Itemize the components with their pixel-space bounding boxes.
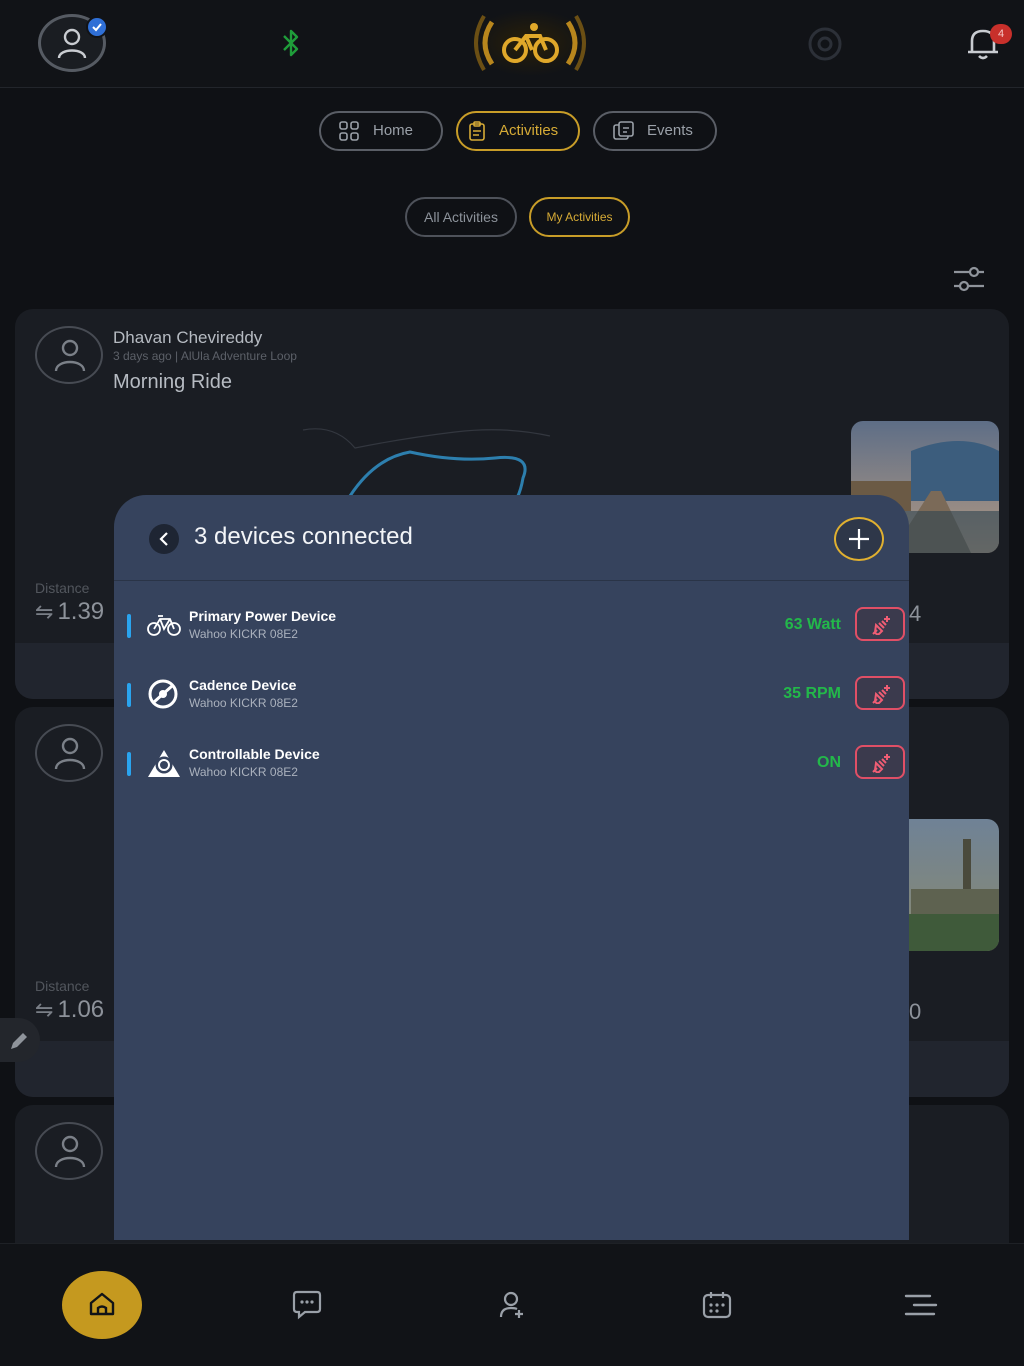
device-model: Wahoo KICKR 08E2 — [189, 696, 298, 710]
filter-icon[interactable] — [952, 266, 986, 292]
unplug-icon — [872, 754, 890, 773]
card-user-name: Dhavan Chevireddy — [113, 328, 263, 347]
disconnect-button[interactable] — [855, 745, 905, 779]
disconnect-button[interactable] — [855, 676, 905, 710]
top-bar: 4 — [0, 0, 1024, 88]
modal-header: 3 devices connected — [114, 495, 909, 581]
add-device-button[interactable] — [834, 517, 884, 561]
device-name: Primary Power Device — [189, 608, 337, 624]
tab-events-label: Events — [647, 122, 693, 139]
device-indicator — [127, 614, 131, 638]
chevron-left-icon — [159, 532, 168, 546]
subtab-all-activities[interactable]: All Activities — [405, 197, 517, 237]
tab-events[interactable]: Events — [593, 111, 717, 151]
notification-badge: 4 — [990, 24, 1012, 44]
stat-value-peek: 0 — [909, 999, 922, 1024]
bluetooth-icon[interactable] — [280, 28, 302, 58]
card-meta: 3 days ago | AlUla Adventure Loop — [113, 349, 297, 363]
subtab-my-activities[interactable]: My Activities — [529, 197, 630, 237]
cadence-icon — [148, 679, 178, 709]
stat-label: Distance — [35, 978, 90, 994]
device-row[interactable]: Primary Power Device Wahoo KICKR 08E2 63… — [114, 603, 909, 649]
user-icon — [54, 737, 86, 770]
clipboard-icon — [469, 121, 485, 141]
user-icon — [54, 1135, 86, 1168]
stat-value: ⇋ 1.06 — [35, 996, 104, 1024]
route-map — [302, 428, 551, 498]
device-indicator — [127, 752, 131, 776]
device-model: Wahoo KICKR 08E2 — [189, 627, 298, 641]
stat-value-peek: 4 — [909, 601, 922, 626]
calendar-icon[interactable] — [702, 1290, 732, 1320]
modal-title: 3 devices connected — [194, 523, 413, 550]
device-row[interactable]: Cadence Device Wahoo KICKR 08E2 35 RPM — [114, 672, 909, 718]
chat-icon[interactable] — [291, 1290, 323, 1320]
sync-icon[interactable] — [806, 26, 844, 62]
device-value: ON — [817, 754, 841, 771]
device-value: 35 RPM — [783, 685, 841, 702]
tab-activities[interactable]: Activities — [456, 111, 580, 151]
plus-icon — [849, 529, 869, 549]
user-icon — [57, 28, 87, 59]
device-indicator — [127, 683, 131, 707]
device-name: Cadence Device — [189, 677, 297, 693]
grid-icon — [339, 121, 359, 141]
back-button[interactable] — [149, 524, 179, 554]
nav-home-button[interactable] — [62, 1271, 142, 1339]
bike-logo — [470, 10, 590, 76]
device-value: 63 Watt — [784, 616, 841, 633]
events-icon — [613, 121, 634, 140]
home-icon — [89, 1292, 115, 1316]
unplug-icon — [872, 685, 890, 704]
route-icon: ⇋ — [35, 997, 54, 1022]
distance-value: 1.39 — [57, 598, 105, 625]
bike-icon — [147, 615, 181, 636]
route-icon: ⇋ — [35, 599, 54, 624]
stat-label: Distance — [35, 580, 90, 596]
trainer-icon — [148, 750, 180, 777]
device-name: Controllable Device — [189, 746, 320, 762]
card-title: Morning Ride — [113, 371, 232, 393]
menu-icon[interactable] — [904, 1294, 938, 1318]
card-avatar — [35, 326, 103, 384]
tab-home-label: Home — [373, 122, 414, 139]
user-icon — [54, 339, 86, 372]
devices-modal: 3 devices connected Primary Power Device… — [114, 495, 909, 1240]
card-avatar — [35, 724, 103, 782]
tab-activities-label: Activities — [499, 122, 559, 139]
card-avatar — [35, 1122, 103, 1180]
pencil-icon — [11, 1033, 27, 1049]
device-model: Wahoo KICKR 08E2 — [189, 765, 298, 779]
verified-badge-icon — [86, 16, 108, 38]
add-friend-icon[interactable] — [498, 1290, 526, 1320]
tab-home[interactable]: Home — [319, 111, 443, 151]
distance-value: 1.06 — [57, 996, 105, 1023]
unplug-icon — [872, 616, 890, 635]
disconnect-button[interactable] — [855, 607, 905, 641]
device-row[interactable]: Controllable Device Wahoo KICKR 08E2 ON — [114, 741, 909, 787]
stat-value: ⇋ 1.39 — [35, 598, 104, 626]
bottom-nav — [0, 1243, 1024, 1366]
